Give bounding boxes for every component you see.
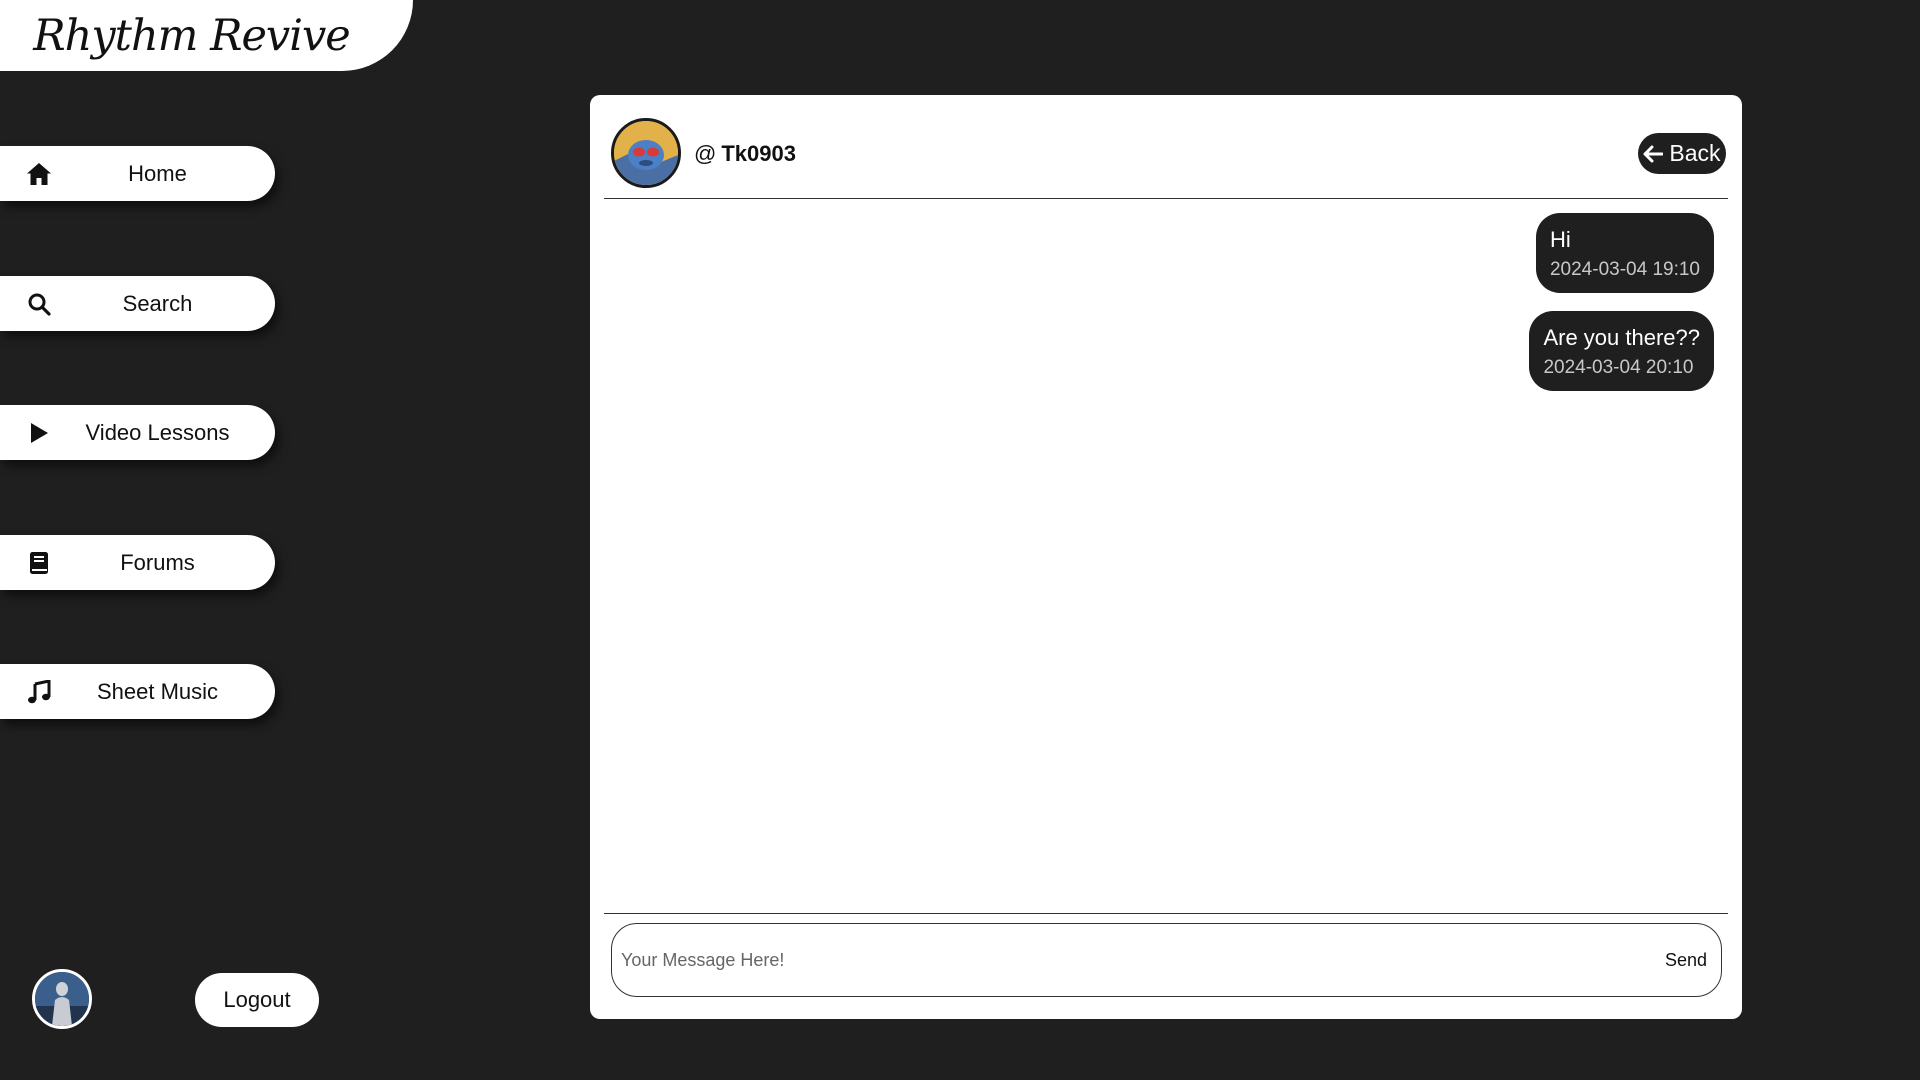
message-input[interactable] [612,948,1659,972]
message-text: Are you there?? [1543,325,1700,350]
music-note-icon [25,678,53,706]
message-bubble: Hi 2024-03-04 19:10 [1535,213,1714,293]
sidebar-item-home[interactable]: Home [0,146,275,201]
chat-header: @ Tk0903 Back [604,95,1728,199]
play-icon [25,419,53,447]
message-text: Hi [1549,227,1571,252]
logout-button[interactable]: Logout [195,973,319,1027]
user-avatar[interactable] [32,969,92,1029]
message-composer: Send [611,923,1722,997]
logo-tab[interactable]: Rhythm Revive [0,0,413,71]
message-list: Hi 2024-03-04 19:10 Are you there?? 2024… [604,199,1728,909]
sidebar-item-video-lessons[interactable]: Video Lessons [0,405,275,460]
home-icon [25,160,53,188]
peer-username-prefix: @ [694,141,717,166]
peer-username: @ Tk0903 [694,141,796,167]
sidebar-item-forums[interactable]: Forums [0,535,275,590]
message-bubble: Are you there?? 2024-03-04 20:10 [1529,311,1714,391]
book-icon [25,549,53,577]
back-button-label: Back [1669,140,1721,166]
back-button[interactable]: Back [1638,133,1726,174]
message-timestamp: 2024-03-04 19:10 [1549,259,1700,280]
peer-username-text: Tk0903 [721,141,796,166]
app-logo: Rhythm Revive [33,10,350,61]
message-timestamp: 2024-03-04 20:10 [1543,357,1694,378]
sidebar-item-search[interactable]: Search [0,276,275,331]
search-icon [25,290,53,318]
send-button[interactable]: Send [1659,946,1713,975]
sidebar-item-sheet-music[interactable]: Sheet Music [0,664,275,719]
composer-divider [604,913,1728,914]
chat-panel: @ Tk0903 Back Hi 2024-03-04 19:10 Are you… [590,95,1742,1019]
arrow-left-icon [1643,145,1664,163]
peer-avatar[interactable] [611,118,681,188]
